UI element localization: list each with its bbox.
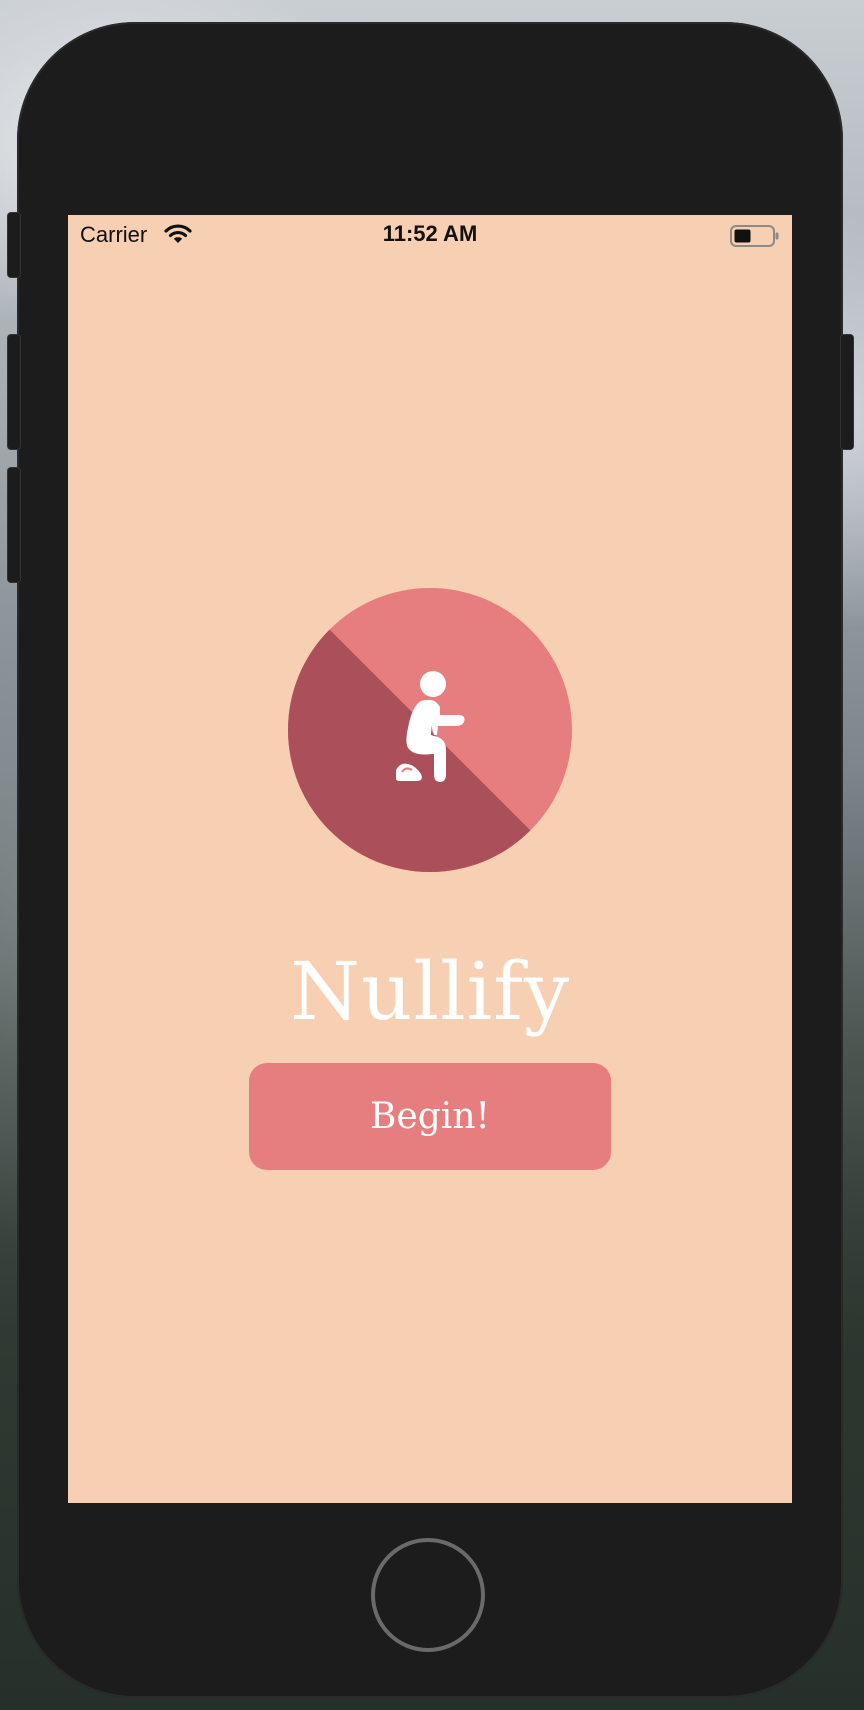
app-screen: Carrier 11:52 AM Nullify Begin! xyxy=(68,215,792,1503)
battery-icon xyxy=(730,225,780,247)
app-title: Nullify xyxy=(289,945,571,1038)
volume-up-button xyxy=(7,334,21,450)
home-button[interactable] xyxy=(371,1538,485,1652)
status-bar: Carrier 11:52 AM xyxy=(68,215,792,255)
mute-switch xyxy=(7,212,21,278)
volume-down-button xyxy=(7,467,21,583)
begin-button[interactable]: Begin! xyxy=(249,1063,611,1170)
power-button xyxy=(840,334,854,450)
status-time: 11:52 AM xyxy=(382,221,478,246)
app-logo xyxy=(288,588,572,872)
